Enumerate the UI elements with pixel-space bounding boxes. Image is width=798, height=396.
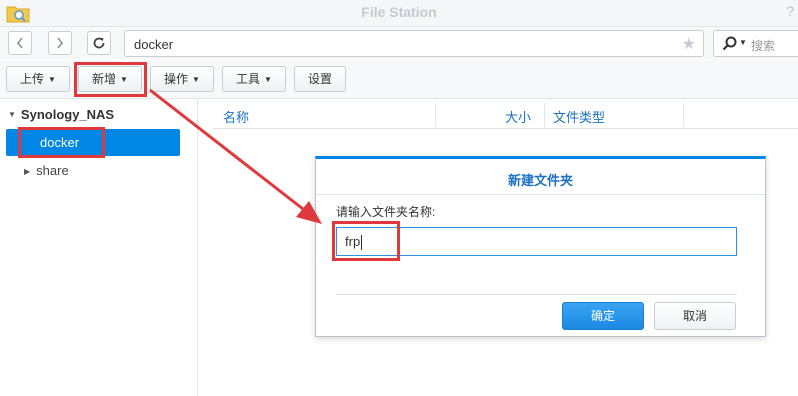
highlight-box-input: [332, 221, 400, 261]
title-bar: File Station ?: [0, 0, 798, 27]
ok-button[interactable]: 确定: [562, 302, 644, 330]
column-type[interactable]: 文件类型: [553, 107, 605, 126]
tools-label: 工具: [236, 72, 261, 86]
divider: [336, 294, 737, 295]
tree-root-label: Synology_NAS: [20, 107, 115, 122]
search-input[interactable]: ▼ 搜索: [713, 30, 798, 57]
help-icon[interactable]: ?: [786, 3, 794, 19]
chevron-right-icon: [57, 37, 64, 49]
refresh-icon: [93, 37, 105, 49]
tools-button[interactable]: 工具 ▼: [222, 66, 286, 92]
path-field[interactable]: docker ★: [124, 30, 704, 57]
chevron-down-icon[interactable]: ▼: [739, 38, 747, 47]
tree-item-label: share: [36, 163, 69, 178]
action-label: 操作: [164, 72, 189, 86]
upload-button[interactable]: 上传 ▼: [6, 66, 70, 92]
collapsed-triangle-icon[interactable]: ▶: [24, 167, 30, 176]
highlight-box-docker: [18, 127, 105, 158]
chevron-down-icon: ▼: [48, 75, 56, 84]
highlight-box-create: [74, 62, 147, 97]
window-title: File Station: [361, 4, 437, 20]
column-divider: [544, 103, 545, 127]
divider: [316, 194, 765, 195]
tree-item-share[interactable]: ▶ share: [24, 163, 69, 178]
expand-triangle-icon[interactable]: ▼: [8, 110, 16, 119]
search-icon: [722, 36, 737, 51]
star-icon[interactable]: ★: [682, 34, 696, 54]
settings-label: 设置: [307, 72, 332, 86]
column-divider: [683, 103, 684, 127]
forward-button[interactable]: [48, 31, 72, 55]
search-placeholder: 搜索: [751, 39, 776, 53]
navigation-bar: docker ★ ▼ 搜索: [0, 27, 798, 59]
cancel-button[interactable]: 取消: [654, 302, 736, 330]
chevron-down-icon: ▼: [192, 75, 200, 84]
file-list-header: 名称 大小 文件类型: [213, 100, 798, 129]
chevron-down-icon: ▼: [264, 75, 272, 84]
settings-button[interactable]: 设置: [294, 66, 346, 92]
upload-label: 上传: [20, 72, 45, 86]
dialog-title: 新建文件夹: [507, 173, 573, 188]
back-button[interactable]: [8, 31, 32, 55]
current-path: docker: [134, 37, 174, 52]
column-size[interactable]: 大小: [505, 107, 531, 126]
tree-root-nas[interactable]: ▼ Synology_NAS: [8, 107, 114, 122]
chevron-left-icon: [16, 37, 23, 49]
refresh-button[interactable]: [87, 31, 111, 55]
column-divider: [435, 103, 436, 127]
action-button[interactable]: 操作 ▼: [150, 66, 214, 92]
column-name[interactable]: 名称: [223, 107, 249, 126]
folder-name-prompt: 请输入文件夹名称:: [336, 205, 436, 219]
